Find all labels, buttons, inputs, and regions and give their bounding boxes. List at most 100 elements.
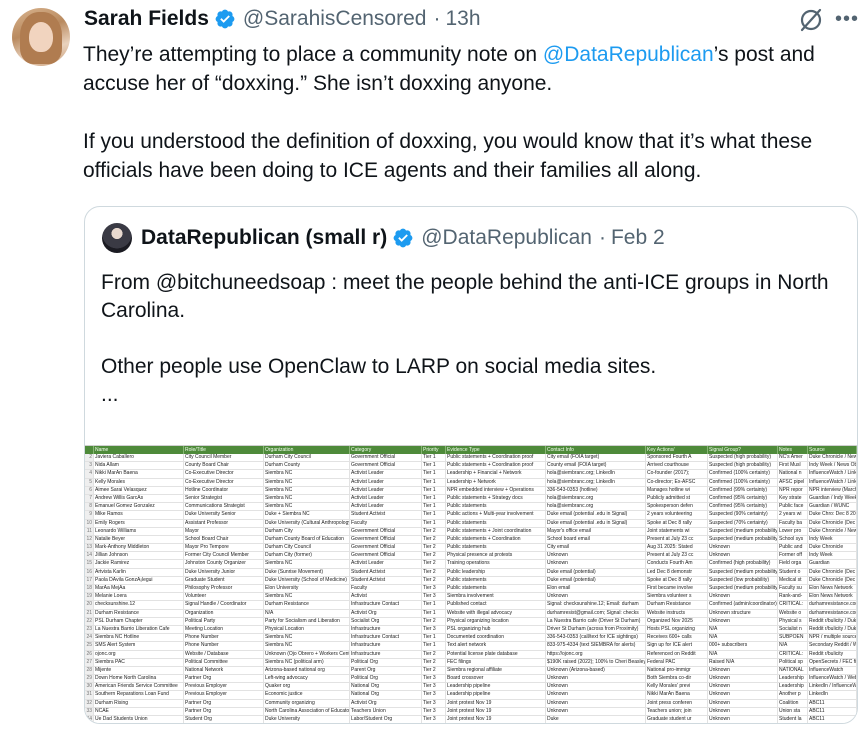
spreadsheet-cell: Siembra NC — [264, 478, 350, 486]
spreadsheet-cell: Leadership pipeline — [446, 691, 546, 699]
spreadsheet-row: 2 Javiera Caballero City Council Member Dur… — [85, 454, 857, 463]
spreadsheet-row-number: 12 — [85, 535, 94, 544]
quote-time[interactable]: Feb 2 — [611, 226, 665, 250]
spreadsheet-cell: Siembra NC (political arm) — [264, 658, 350, 666]
spreadsheet-cell: Duke — [546, 716, 646, 723]
spreadsheet-row: 5 Kelly Morales Co-Executive Director Siemb… — [85, 478, 857, 487]
spreadsheet-cell: Political Party — [184, 617, 264, 625]
spreadsheet-row: 4 Nikki MarÃn Baena Co-Executive Director S… — [85, 470, 857, 479]
spreadsheet-cell: Joint protest Nov 19 — [446, 716, 546, 723]
spreadsheet-cell: Tier 3 — [422, 593, 446, 601]
spreadsheet-row: 20 checksunshine.12 Signal Handle / Coordi… — [85, 601, 857, 610]
spreadsheet-header-cell: Source — [808, 446, 857, 454]
spreadsheet-image[interactable]: Name Role/Title Organization Category Priori… — [85, 445, 857, 723]
spreadsheet-cell: N/A — [708, 625, 778, 634]
spreadsheet-cell: Tier 2 — [422, 568, 446, 576]
header-separator: · — [433, 7, 441, 30]
spreadsheet-cell: American Friends Service Committee — [94, 683, 184, 691]
mention-link[interactable]: @DataRepublican — [543, 43, 714, 66]
author-handle[interactable]: @SarahisCensored — [243, 7, 427, 31]
spreadsheet-cell: Spoke at Dec 8 rally — [646, 576, 708, 584]
spreadsheet-cell: Former off — [778, 552, 808, 560]
spreadsheet-cell: Durham Resistance — [264, 601, 350, 609]
spreadsheet-cell: InfluenceWatch / LinkedIn — [809, 478, 857, 486]
spreadsheet-cell: LinkedIn / InfluenceWatch — [809, 683, 857, 691]
spreadsheet-cell: Public statements + Strategy docs — [446, 494, 546, 503]
spreadsheet-cell: Referenced on Reddit — [646, 650, 708, 658]
spreadsheet-cell: Party for Socialism and Liberation — [264, 617, 350, 625]
more-icon[interactable]: ••• — [835, 8, 859, 31]
spreadsheet-cell: Unknown — [708, 675, 778, 683]
spreadsheet-cell: Elon News Network — [808, 585, 857, 593]
spreadsheet-row: 8 Emanuel Gomez Gonzalez Communications St… — [85, 503, 857, 512]
tweet-paragraph-2: If you understood the definition of doxx… — [83, 130, 813, 182]
spreadsheet-cell: School Board Chair — [184, 535, 264, 544]
spreadsheet-row-number: 14 — [85, 552, 94, 560]
spreadsheet-cell: Signal: checksunshine.12; Email: durham — [546, 601, 646, 609]
spreadsheet-cell: Tier 2 — [422, 658, 446, 666]
spreadsheet-cell: Economic justice — [264, 691, 350, 699]
spreadsheet-cell: Duke email (potential .edu in Signal) — [546, 511, 646, 519]
spreadsheet-cell: Publicly admitted st — [646, 494, 708, 503]
spreadsheet-cell: Arizona-based national org — [264, 666, 350, 675]
author-avatar[interactable] — [12, 8, 70, 66]
grok-icon[interactable] — [797, 6, 825, 34]
spreadsheet-cell: Duke University (School of Medicine) — [264, 576, 350, 584]
tweet-time[interactable]: 13h — [445, 7, 480, 31]
quote-author-avatar[interactable] — [102, 223, 132, 253]
spreadsheet-cell: Mike Ramos — [94, 511, 184, 519]
spreadsheet-row: 9 Mike Ramos Duke University Senior Duke + … — [85, 511, 857, 520]
spreadsheet-cell: Suspected (90% certainty) — [708, 511, 778, 519]
spreadsheet-cell: Lower pro — [778, 527, 808, 535]
spreadsheet-cell: Quaker org — [264, 683, 350, 691]
quote-author-handle[interactable]: @DataRepublican — [421, 226, 592, 250]
spreadsheet-row-number: 31 — [85, 691, 94, 699]
spreadsheet-cell: Siembra NC — [264, 494, 350, 503]
spreadsheet-cell: Unknown — [546, 691, 646, 699]
spreadsheet-cell: Tier 2 — [422, 552, 446, 560]
spreadsheet-cell: Duke email (potential) — [546, 568, 646, 576]
author-name[interactable]: Sarah Fields — [84, 7, 209, 31]
spreadsheet-cell: NC's Amer — [778, 454, 808, 462]
spreadsheet-cell: Mayor Pro Tempore — [184, 544, 264, 552]
spreadsheet-cell: Unknown — [708, 666, 778, 675]
spreadsheet-cell: hola@siembranc.org — [546, 494, 646, 503]
spreadsheet-header-cell: Notes — [778, 446, 808, 454]
spreadsheet-cell: NPR / multiple sources — [809, 634, 857, 642]
spreadsheet-row-number: 21 — [85, 609, 94, 617]
spreadsheet-cell: Activist Org — [350, 609, 422, 617]
spreadsheet-cell: Suspected (medium probability) — [709, 527, 778, 535]
spreadsheet-cell: County Board Chair — [184, 462, 264, 470]
spreadsheet-cell: Phone Number — [184, 642, 264, 650]
spreadsheet-row-number: 9 — [85, 511, 94, 519]
spreadsheet-cell: Public statements — [446, 503, 546, 511]
spreadsheet-cell: Faculty ba — [778, 519, 808, 527]
quote-author-name[interactable]: DataRepublican (small r) — [141, 226, 387, 250]
spreadsheet-row-number: 4 — [85, 470, 94, 478]
spreadsheet-cell: durhamresist@gmail.com; Signal: checks — [546, 609, 646, 617]
spreadsheet-cell: Mark-Anthony Middleton — [94, 544, 184, 552]
spreadsheet-row: 29 Down Home North Carolina Partner Org Lef… — [85, 675, 857, 684]
spreadsheet-cell: Website / Database — [184, 650, 264, 658]
spreadsheet-row-number: 5 — [85, 478, 94, 486]
spreadsheet-cell: Duke Chronicle (Dec 8 202 — [809, 519, 857, 527]
spreadsheet-cell: FEC filings — [446, 658, 546, 666]
spreadsheet-row-number: 27 — [85, 658, 94, 666]
spreadsheet-cell: Infrastructure Contact — [350, 601, 422, 609]
spreadsheet-cell: Javiera Caballero — [94, 454, 184, 462]
spreadsheet-cell: School board email — [546, 535, 646, 544]
spreadsheet-cell: Potential license plate database — [446, 650, 546, 658]
spreadsheet-cell: Unknown — [708, 552, 778, 560]
spreadsheet-row: 23 La Nuestra Barrio Liberation Cafe Meeti… — [85, 625, 857, 635]
spreadsheet-cell: durhamresistance.com — [809, 609, 857, 617]
spreadsheet-cell: County email (FOIA target) — [546, 462, 646, 470]
spreadsheet-cell: MarÃa MejÃa — [94, 585, 184, 593]
spreadsheet-cell: Tier 2 — [422, 560, 446, 568]
quoted-tweet[interactable]: DataRepublican (small r) @DataRepublican… — [84, 206, 858, 724]
spreadsheet-cell: NPR interview (March 202 — [809, 486, 857, 494]
spreadsheet-row-number: 3 — [85, 462, 94, 470]
spreadsheet-cell: Johnston County Organizer — [184, 560, 264, 568]
spreadsheet-cell: Sponsored Fourth A — [646, 454, 708, 462]
spreadsheet-cell: Volunteer — [184, 593, 264, 601]
spreadsheet-cell: Ue Dad Students Union — [94, 716, 184, 723]
